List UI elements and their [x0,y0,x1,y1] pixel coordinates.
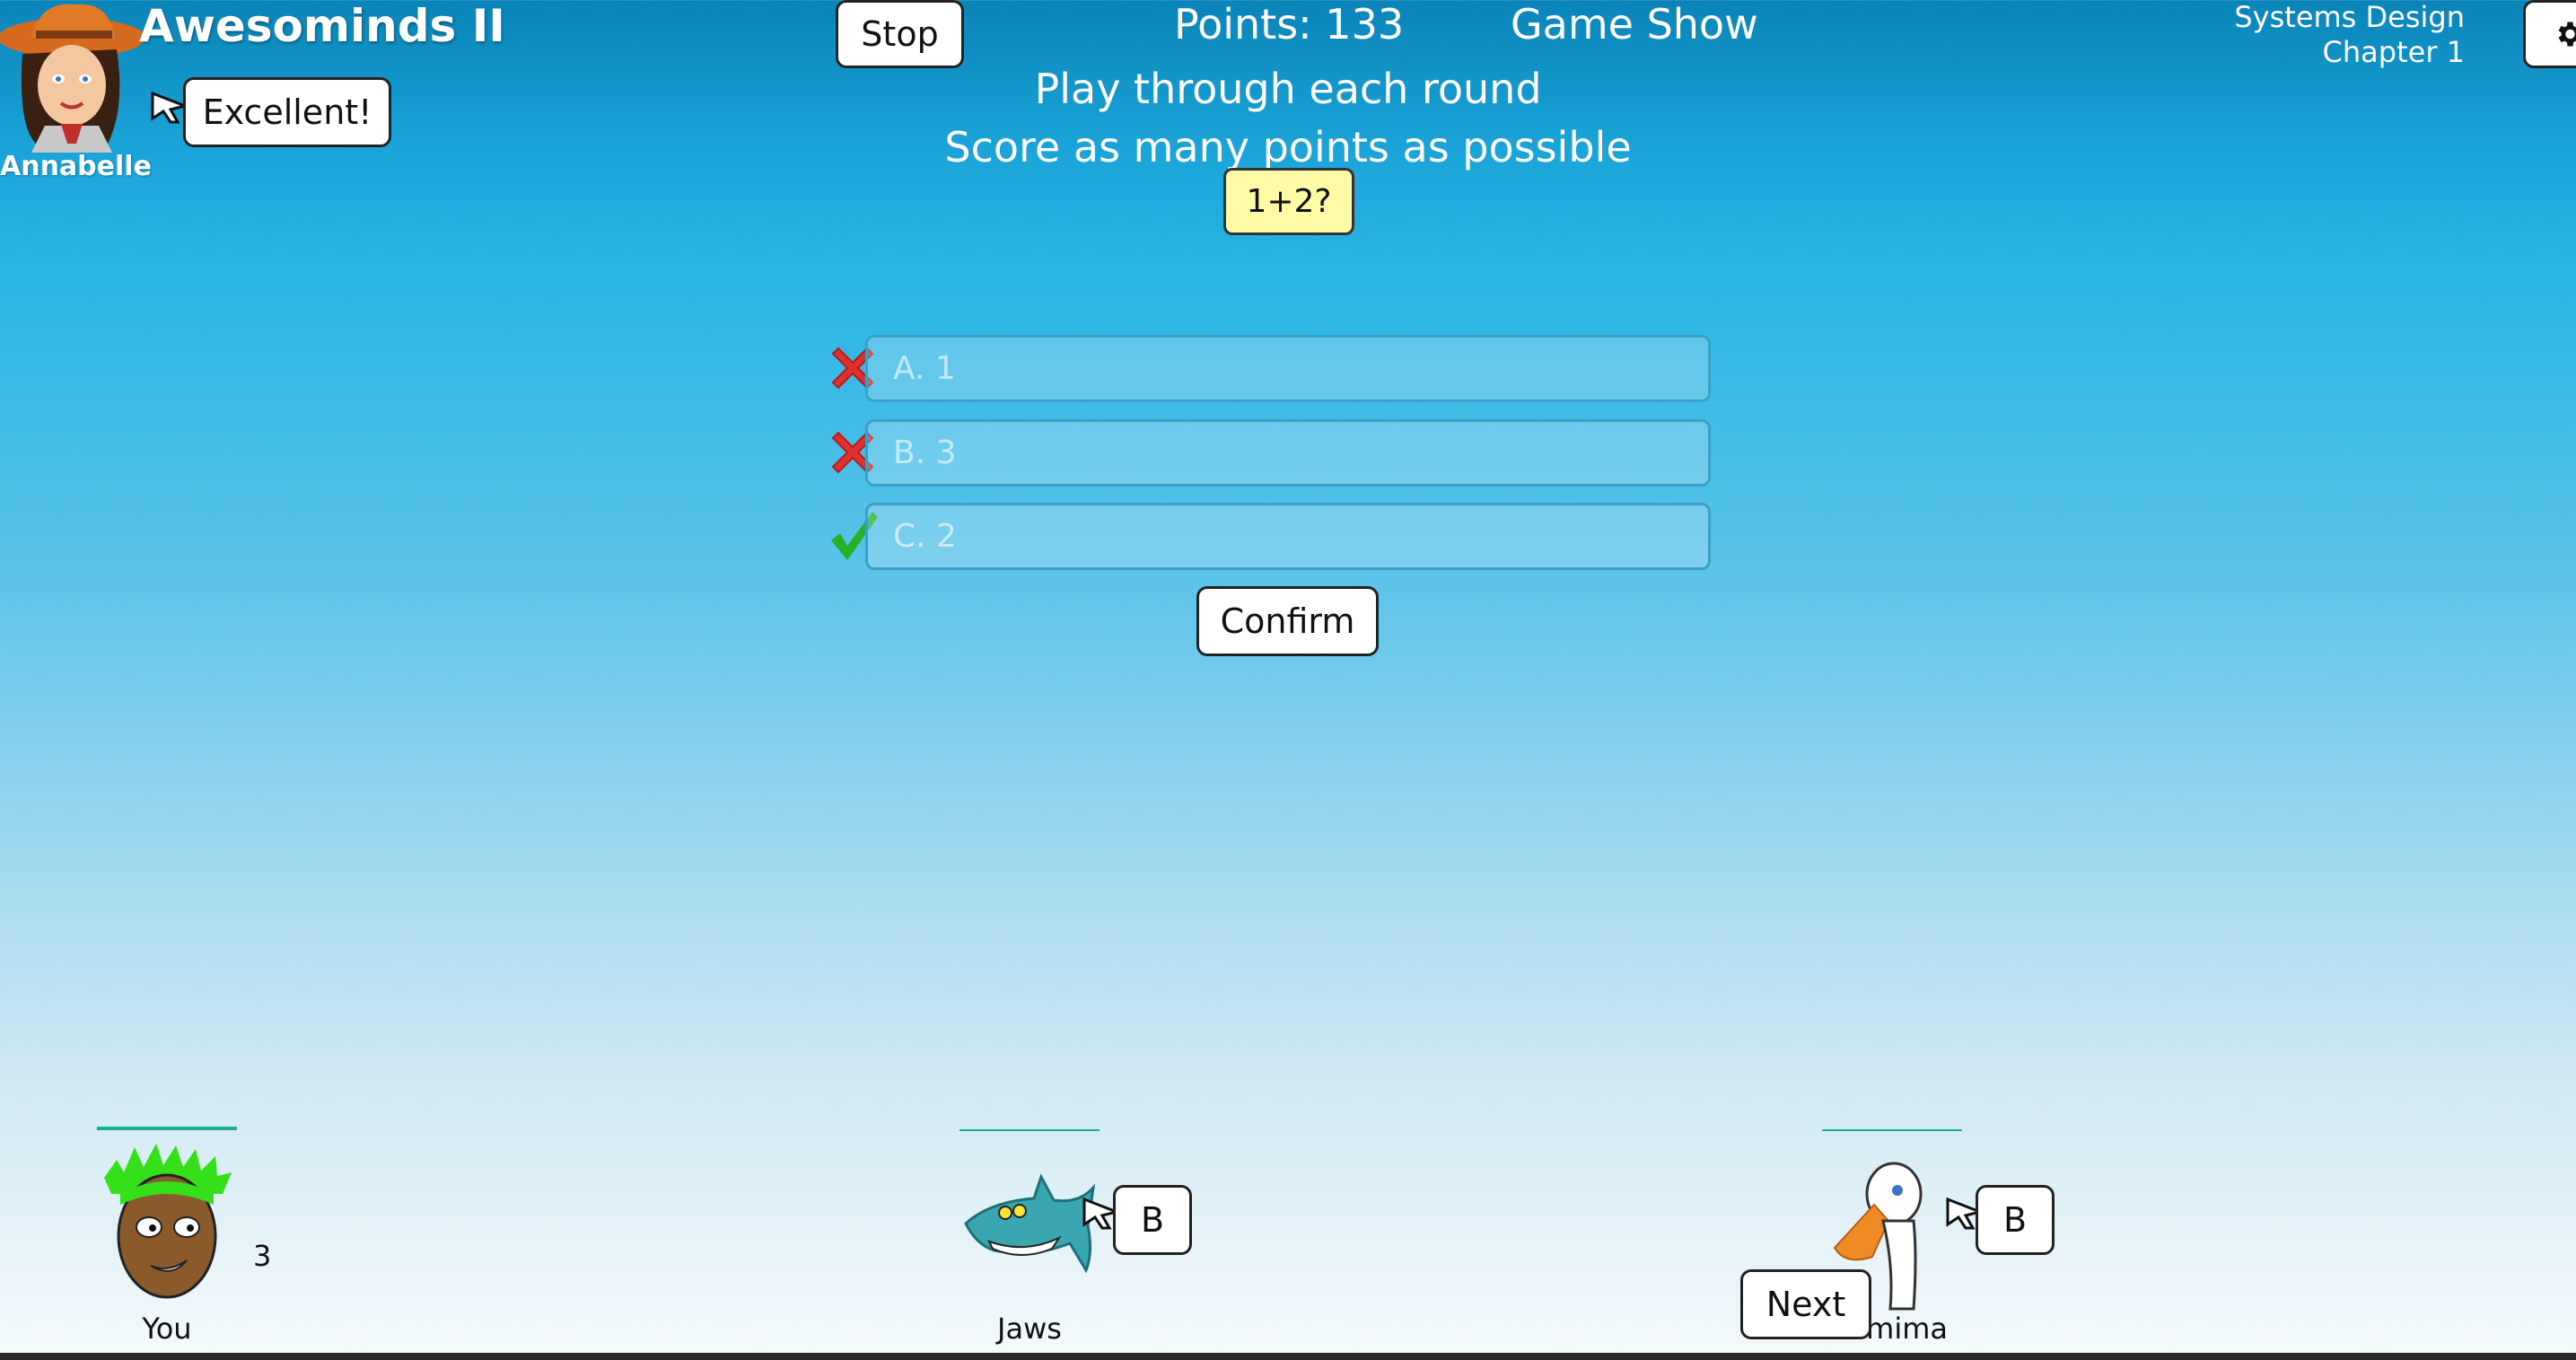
stop-button[interactable]: Stop [836,0,964,68]
settings-button[interactable] [2523,0,2576,68]
player-mima-ground-line [1822,1129,1962,1131]
answer-option-a[interactable]: A. 1 [865,335,1711,402]
player-you-name: You [142,1312,192,1346]
player-mima-answer-bubble: B [1976,1185,2055,1255]
next-button[interactable]: Next [1740,1269,1871,1339]
player-jaws-name: Jaws [997,1312,1062,1346]
app-title: Awesominds II [139,0,505,52]
points-display: Points: 133 [1174,0,1405,48]
game-mode: Game Show [1511,0,1758,48]
course-name: Systems Design [2234,0,2465,34]
answer-option-c[interactable]: C. 2 [865,503,1711,570]
question-box: 1+2? [1223,168,1354,235]
player-you-ground-line [97,1127,237,1130]
gear-icon [2558,22,2576,47]
player-you-avatar [97,1142,237,1303]
answer-option-b[interactable]: B. 3 [865,419,1711,487]
instruction-line-2: Score as many points as possible [944,123,1632,171]
course-info: Systems Design Chapter 1 [2234,0,2465,70]
player-jaws-avatar [962,1171,1097,1279]
confirm-button[interactable]: Confirm [1196,586,1379,656]
player-jaws-answer-bubble: B [1113,1185,1192,1255]
player-jaws-ground-line [959,1129,1100,1131]
instruction-line-1: Play through each round [1034,65,1542,113]
player-you-score: 3 [253,1239,272,1273]
bottom-bar [0,1353,2576,1360]
